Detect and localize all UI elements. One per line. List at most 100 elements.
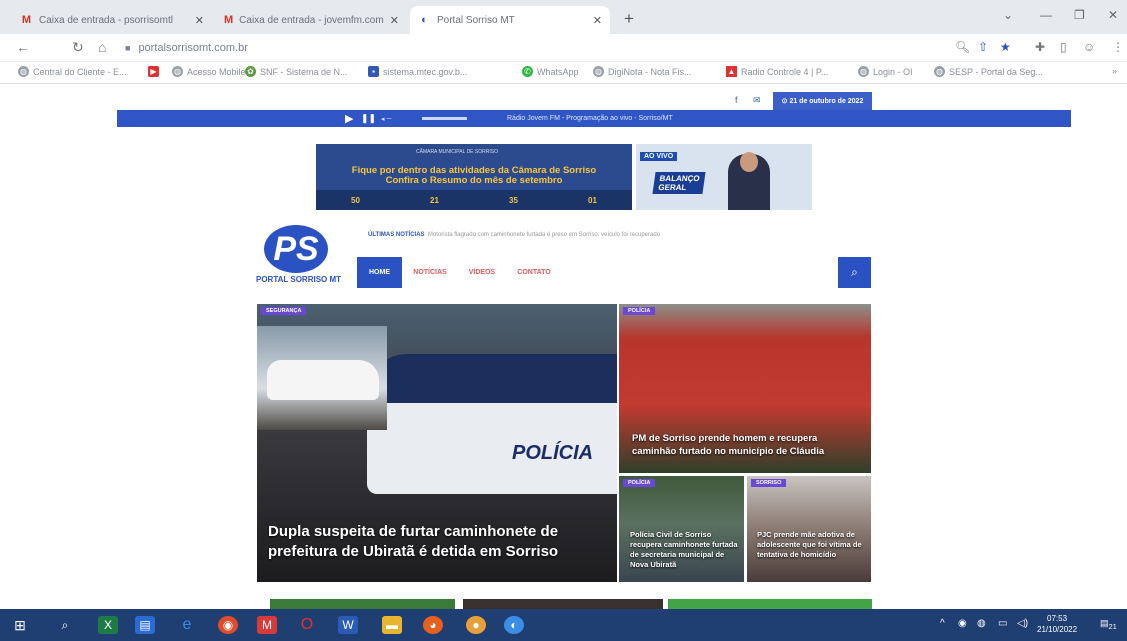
close-icon[interactable]: ✕ [195, 14, 204, 27]
gov-icon: ▪ [368, 66, 379, 77]
news-card[interactable]: POLÍCIA PM de Sorriso prende homem e rec… [619, 304, 871, 473]
taskbar-clock[interactable]: 07:53 21/10/2022 [1037, 613, 1077, 635]
category-badge: SEGURANÇA [261, 307, 307, 315]
avatar[interactable]: ☺ [1083, 40, 1095, 54]
police-truck-image [367, 354, 617, 494]
globe-icon: ◍ [593, 66, 604, 77]
network-icon[interactable]: ▭ [998, 618, 1007, 629]
globe-icon: ◍ [18, 66, 29, 77]
banner-headline: Fique por dentro das atividades da Câmar… [351, 165, 597, 186]
browser-icon[interactable]: ◐ [504, 616, 524, 634]
bottom-ad[interactable] [668, 599, 872, 609]
camara-banner-ad[interactable]: CÂMARA MUNICIPAL DE SORRISO Fique por de… [316, 144, 632, 210]
tab-label: Caixa de entrada - jovemfm.com [239, 14, 384, 26]
bookmark-item[interactable]: ◍ SESP - Portal da Seg... [934, 66, 1043, 77]
app-icon[interactable]: ● [466, 616, 486, 634]
browser-toolbar: ← ↻ ⌂ ■ portalsorrisomt.com.br 🔍︎ ⇧ ★ ✚ … [0, 34, 1127, 62]
gmail-icon: M [21, 13, 32, 26]
menu-dots-icon[interactable]: ⋮ [1112, 40, 1124, 54]
pause-icon[interactable]: ❚❚ [361, 113, 376, 124]
balanco-geral-ad[interactable]: AO VIVO BALANÇO GERAL [636, 144, 812, 210]
bookmark-item[interactable]: ▪ sistema.mtec.gov.b... [368, 66, 467, 77]
bookmark-item[interactable]: ◍ DigiNota - Nota Fis... [593, 66, 692, 77]
windows-start-icon[interactable]: ⊞ [10, 616, 30, 634]
url-text: portalsorrisomt.com.br [138, 42, 248, 54]
latest-news-ticker[interactable]: ÚLTIMAS NOTÍCIAS Motorista flagrado com … [368, 232, 660, 238]
bookmark-item[interactable]: ◍ Acesso Mobile [172, 66, 246, 77]
opera-icon[interactable]: O [297, 616, 317, 634]
bookmark-item[interactable]: ✆ WhatsApp [522, 66, 579, 77]
nav-videos[interactable]: VÍDEOS [460, 257, 504, 288]
news-title: Polícia Civil de Sorriso recupera caminh… [630, 530, 738, 569]
play-icon[interactable]: ▶ [345, 112, 353, 125]
globe-icon: ◍ [934, 66, 945, 77]
nav-contato[interactable]: CONTATO [508, 257, 560, 288]
chevron-up-icon[interactable]: ^ [940, 618, 945, 629]
excel-icon[interactable]: X [98, 616, 118, 634]
featured-news-card[interactable]: POLÍCIA SEGURANÇA Dupla suspeita de furt… [257, 304, 617, 582]
category-badge: SORRISO [751, 479, 787, 487]
bookmarks-bar: ◍ Central do Cliente - E... ▶ ◍ Acesso Mob… [0, 62, 1127, 84]
sidepanel-icon[interactable]: ▯ [1060, 40, 1067, 54]
news-title: PJC prende mãe adotiva de adolescente qu… [757, 530, 862, 559]
close-window-icon[interactable]: ✕ [1108, 8, 1118, 22]
volume-icon[interactable]: ◂ ─ [381, 115, 391, 123]
minimize-icon[interactable]: — [1040, 8, 1052, 22]
nav-noticias[interactable]: NOTÍCIAS [406, 257, 454, 288]
extensions-icon[interactable]: ✚ [1035, 40, 1045, 54]
news-title: Dupla suspeita de furtar caminhonete de … [268, 523, 559, 560]
search-icon: ⌕ [851, 265, 858, 279]
bookmark-item[interactable]: ◍ Login - OI [858, 66, 913, 77]
gmail-icon[interactable]: M [257, 616, 277, 634]
news-card[interactable]: SORRISO PJC prende mãe adotiva de adoles… [747, 476, 871, 582]
share-icon[interactable]: ⇧ [978, 40, 988, 54]
bottom-ad[interactable] [463, 599, 663, 609]
star-icon[interactable]: ★ [1000, 40, 1011, 54]
radio-title: Rádio Jovem FM - Programação ao vivo - S… [507, 115, 673, 122]
bottom-ad[interactable] [270, 599, 455, 609]
tray-app-icon[interactable]: ◍ [977, 618, 986, 629]
home-icon[interactable]: ⌂ [98, 39, 106, 55]
address-bar[interactable]: ■ portalsorrisomt.com.br [125, 38, 945, 58]
close-icon[interactable]: ✕ [593, 14, 602, 27]
bookmark-item[interactable]: ✿ SNF - Sistema de N... [245, 66, 348, 77]
search-icon[interactable]: ⌕ [55, 616, 75, 634]
leaf-icon: ✿ [245, 66, 256, 77]
facebook-icon[interactable]: f [735, 95, 738, 105]
bookmark-item[interactable]: ◍ Central do Cliente - E... [18, 66, 127, 77]
folder-icon[interactable]: ▬ [382, 616, 402, 634]
tray-app-icon[interactable]: ◉ [958, 618, 967, 629]
new-tab-button[interactable]: + [624, 9, 634, 29]
nav-home[interactable]: HOME [357, 257, 402, 288]
chrome-icon[interactable]: ◉ [218, 616, 238, 634]
lock-icon: ■ [125, 43, 131, 53]
close-icon[interactable]: ✕ [390, 14, 399, 27]
tab-gmail-2[interactable]: M Caixa de entrada - jovemfm.com ✕ [216, 6, 406, 34]
category-badge: POLÍCIA [623, 479, 656, 487]
mail-icon[interactable]: ✉ [753, 95, 761, 106]
bookmark-item[interactable]: ▶ [148, 66, 163, 77]
search-button[interactable]: ⌕ [838, 257, 871, 288]
restore-icon[interactable]: ❐ [1074, 8, 1085, 22]
back-arrow-icon[interactable]: ← [16, 39, 30, 55]
bookmarks-overflow[interactable]: » [1112, 66, 1117, 76]
tab-label: Caixa de entrada - psorrisomtl [39, 14, 173, 26]
news-card[interactable]: POLÍCIA Polícia Civil de Sorriso recuper… [619, 476, 744, 582]
radio-player-bar: ▶ ❚❚ ◂ ─ Rádio Jovem FM - Programação ao… [117, 110, 1071, 127]
bookmark-item[interactable]: ▲ Radio Controle 4 | P... [726, 66, 828, 77]
news-title: PM de Sorriso prende homem e recupera ca… [632, 433, 825, 457]
globe-icon: ◍ [172, 66, 183, 77]
portal-icon: ◐ [421, 13, 428, 26]
word-icon[interactable]: W [338, 616, 358, 634]
volume-icon[interactable]: ◁) [1017, 618, 1028, 629]
site-logo[interactable]: PS PORTAL SORRISO MT [256, 225, 366, 285]
tab-portal-sorriso[interactable]: ◐ Portal Sorriso MT ✕ [410, 6, 610, 34]
edge-icon[interactable]: e [177, 616, 197, 634]
calendar-icon[interactable]: ▤ [135, 616, 155, 634]
notification-icon[interactable]: ▤21 [1100, 618, 1117, 631]
chevron-down-icon[interactable]: ⌄ [1003, 8, 1013, 22]
firefox-icon[interactable]: ◕ [423, 616, 443, 634]
zoom-icon[interactable]: 🔍︎ [955, 40, 970, 54]
tab-gmail-1[interactable]: M Caixa de entrada - psorrisomtl ✕ [12, 6, 212, 34]
reload-icon[interactable]: ↻ [72, 39, 84, 56]
